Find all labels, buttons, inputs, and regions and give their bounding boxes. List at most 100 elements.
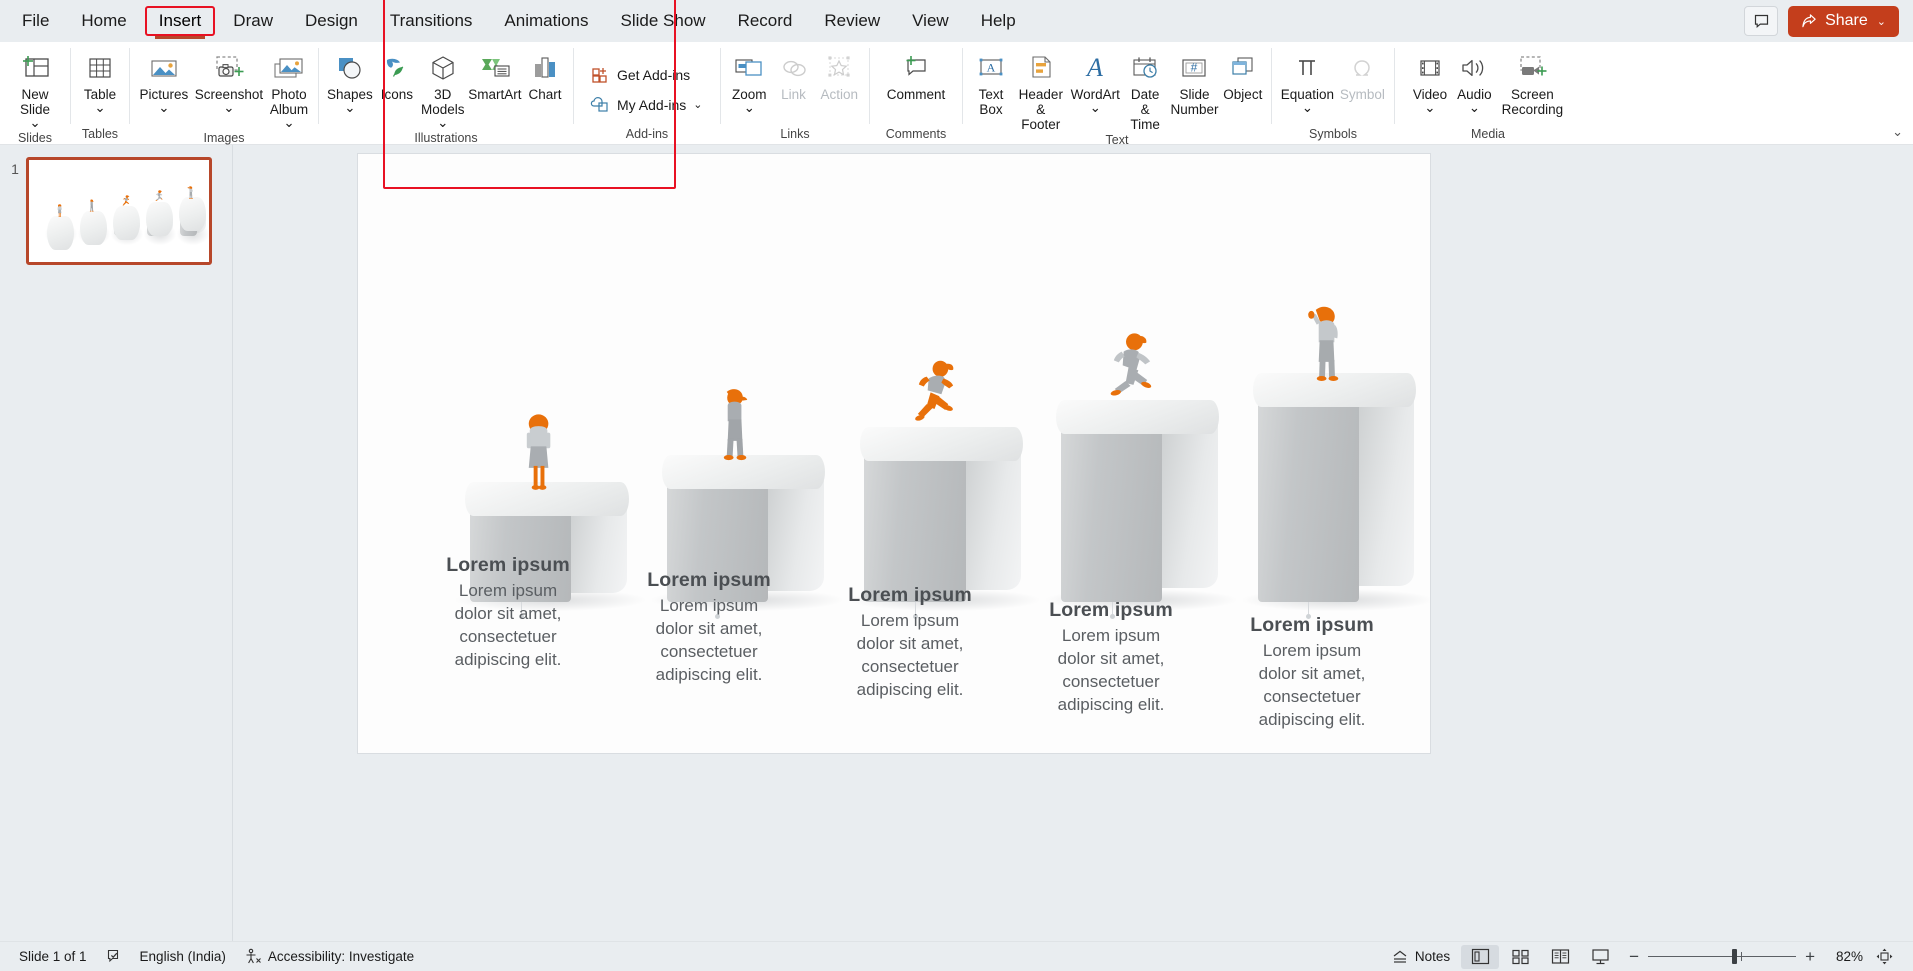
tab-animations[interactable]: Animations [490,6,602,36]
shapes-button[interactable]: Shapes ⌄ [325,47,375,115]
column-title-1: Lorem ipsum [446,554,570,576]
pedestal-front [1060,424,1163,602]
new-slide-dropdown-icon[interactable]: ⌄ [29,115,40,130]
audio-dropdown-icon[interactable]: ⌄ [1469,100,1480,115]
date-time-button[interactable]: Date & Time [1122,47,1168,132]
normal-view-button[interactable] [1461,944,1500,969]
language-button[interactable]: English (India) [131,946,235,967]
column-text-3: Lorem ipsum Lorem ipsum dolor sit amet, … [815,584,1005,701]
text-box-label: Text Box [978,87,1004,117]
video-icon [1415,50,1445,86]
link-button: Link [772,47,816,102]
share-button[interactable]: Share ⌄ [1788,5,1899,37]
photo-album-button[interactable]: Photo Album ⌄ [266,47,312,130]
slide-canvas[interactable]: Lorem ipsum Lorem ipsum dolor sit amet, … [357,153,1431,754]
chart-button[interactable]: Chart [523,47,567,102]
text-box-button[interactable]: A Text Box [969,47,1013,117]
ribbon-collapse-icon[interactable]: ⌄ [1892,124,1903,140]
powerpoint-window: File Home Insert Draw Design Transitions… [0,0,1913,971]
wordart-button[interactable]: A WordArt ⌄ [1069,47,1122,115]
equation-button[interactable]: Equation ⌄ [1278,47,1337,115]
tab-help[interactable]: Help [967,6,1030,36]
zoom-slider[interactable]: − + [1621,948,1823,965]
my-addins-button[interactable]: My Add-ins ⌄ [584,90,708,120]
tab-transitions[interactable]: Transitions [376,6,487,36]
tab-record[interactable]: Record [724,6,807,36]
figure-5 [1304,305,1355,387]
equation-dropdown-icon[interactable]: ⌄ [1302,100,1313,115]
photo-album-label: Photo Album [269,87,309,117]
zoom-icon [732,50,766,86]
screenshot-button[interactable]: Screenshot ⌄ [192,47,266,115]
video-button[interactable]: Video ⌄ [1408,47,1452,115]
tab-draw[interactable]: Draw [219,6,287,36]
ribbon-group-slides: New Slide ⌄ Slides [0,42,70,145]
notes-button[interactable]: Notes [1382,946,1459,968]
comment-button[interactable]: Comment [882,47,951,102]
tab-view[interactable]: View [898,6,963,36]
action-label: Action [820,87,859,102]
new-slide-icon [19,50,51,86]
accessibility-label: Accessibility: Investigate [267,949,415,964]
audio-button[interactable]: Audio ⌄ [1452,47,1497,115]
ribbon-group-tables: Table ⌄ Tables [71,42,129,145]
zoom-in-button[interactable]: + [1805,948,1815,965]
action-icon [824,50,854,86]
header-footer-button[interactable]: Header & Footer [1013,47,1069,132]
video-dropdown-icon[interactable]: ⌄ [1424,100,1435,115]
tab-home[interactable]: Home [67,6,140,36]
accessibility-button[interactable]: Accessibility: Investigate [235,945,423,968]
tab-slide-show[interactable]: Slide Show [607,6,720,36]
object-button[interactable]: Object [1221,47,1265,102]
comment-add-icon [900,50,932,86]
zoom-level-label[interactable]: 82% [1825,949,1863,964]
table-dropdown-icon[interactable]: ⌄ [94,100,105,115]
zoom-thumb[interactable] [1732,949,1738,964]
get-addins-button[interactable]: Get Add-ins [584,60,696,90]
slide-number-label: Slide Number [1170,87,1219,117]
zoom-button[interactable]: Zoom ⌄ [727,47,772,115]
text-box-icon: A [975,50,1007,86]
zoom-track[interactable] [1648,949,1797,964]
slide-show-button[interactable] [1581,945,1619,969]
reading-view-button[interactable] [1541,945,1579,969]
tab-review[interactable]: Review [810,6,894,36]
pedestal-side [1352,390,1415,586]
get-addins-icon [590,64,610,86]
comments-button[interactable] [1744,6,1779,36]
ribbon-group-links: Zoom ⌄ Link Action Links [721,42,869,145]
spellcheck-button[interactable] [96,945,131,968]
3d-models-button[interactable]: 3D Models ⌄ [419,47,467,130]
pictures-dropdown-icon[interactable]: ⌄ [158,100,169,115]
zoom-dropdown-icon[interactable]: ⌄ [744,100,755,115]
icons-button[interactable]: Icons [375,47,419,102]
photo-album-dropdown-icon[interactable]: ⌄ [283,115,294,130]
screen-recording-button[interactable]: Screen Recording [1497,47,1569,117]
normal-view-icon [1471,948,1489,965]
fit-slide-button[interactable] [1865,945,1903,969]
slide-thumbnail-1[interactable] [26,157,212,265]
pedestal-top [113,206,141,241]
table-button[interactable]: Table ⌄ [78,47,122,115]
zoom-out-button[interactable]: − [1629,948,1639,965]
tab-design[interactable]: Design [291,6,372,36]
status-bar: Slide 1 of 1 English (India) Accessibili… [0,941,1913,971]
screenshot-dropdown-icon[interactable]: ⌄ [223,100,234,115]
column-title-4: Lorem ipsum [1049,599,1173,621]
new-slide-label: New Slide [19,87,51,117]
slide-number-button[interactable]: # Slide Number [1168,47,1220,117]
smartart-button[interactable]: SmartArt [467,47,523,102]
share-caret-icon[interactable]: ⌄ [1877,15,1886,28]
tab-file[interactable]: File [8,6,63,36]
accessibility-icon [246,948,261,964]
pictures-button[interactable]: Pictures ⌄ [136,47,192,115]
tab-insert[interactable]: Insert [144,6,216,39]
shapes-dropdown-icon[interactable]: ⌄ [344,100,355,115]
my-addins-dropdown-icon[interactable]: ⌄ [693,98,702,113]
column-text-2: Lorem ipsum Lorem ipsum dolor sit amet, … [614,569,804,686]
wordart-dropdown-icon[interactable]: ⌄ [1090,100,1101,115]
group-label-comments: Comments [885,127,947,141]
3d-models-dropdown-icon[interactable]: ⌄ [437,115,448,130]
slide-sorter-button[interactable] [1501,945,1539,969]
new-slide-button[interactable]: New Slide ⌄ [13,47,57,130]
